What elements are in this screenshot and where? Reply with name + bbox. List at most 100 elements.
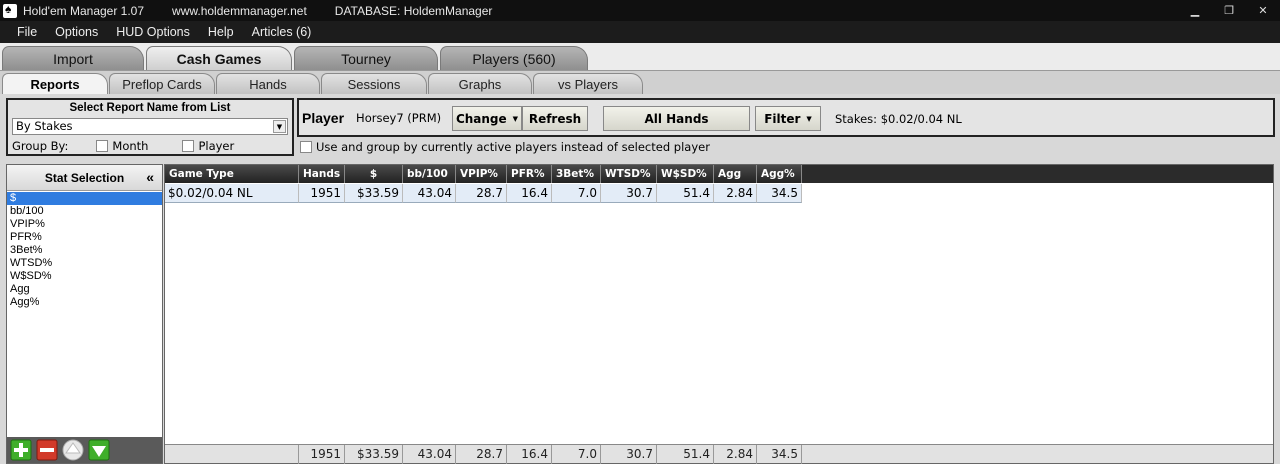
- table-cell: 34.5: [757, 184, 802, 203]
- stat-item[interactable]: 3Bet%: [7, 244, 162, 257]
- group-by-label: Group By:: [12, 139, 69, 153]
- collapse-icon[interactable]: «: [146, 169, 154, 185]
- table-cell: $0.02/0.04 NL: [165, 184, 299, 203]
- tab-tourney[interactable]: Tourney: [294, 46, 438, 70]
- totals-cell: [165, 445, 299, 464]
- change-player-button[interactable]: Change ▼: [452, 106, 522, 131]
- stat-item[interactable]: Agg: [7, 283, 162, 296]
- tab-cash-games[interactable]: Cash Games: [146, 46, 292, 70]
- table-cell: 7.0: [552, 184, 601, 203]
- stats-grid: Game Type Description Hands $ bb/100 VPI…: [164, 164, 1274, 464]
- menu-help[interactable]: Help: [199, 25, 243, 39]
- tab-sessions[interactable]: Sessions: [321, 73, 427, 94]
- player-checkbox-label: Player: [198, 139, 235, 153]
- remove-stat-button[interactable]: [35, 439, 59, 461]
- tab-graphs[interactable]: Graphs: [428, 73, 532, 94]
- stakes-label: Stakes: $0.02/0.04 NL: [835, 112, 962, 126]
- title-bar: Hold'em Manager 1.07 www.holdemmanager.n…: [0, 0, 1280, 21]
- menu-articles[interactable]: Articles (6): [243, 25, 321, 39]
- arrow-down-icon: [88, 439, 110, 461]
- column-header[interactable]: PFR%: [507, 165, 552, 183]
- move-up-button[interactable]: [61, 439, 85, 461]
- stat-toolbar: [7, 437, 162, 463]
- stat-selection-header: Stat Selection «: [7, 165, 162, 191]
- grid-header-row: Game Type Description Hands $ bb/100 VPI…: [165, 165, 1273, 198]
- active-players-row: Use and group by currently active player…: [300, 140, 710, 154]
- column-header[interactable]: Agg: [714, 165, 757, 183]
- filter-button[interactable]: Filter ▼: [755, 106, 821, 131]
- table-cell: 30.7: [601, 184, 657, 203]
- table-cell: 51.4: [657, 184, 714, 203]
- totals-cell: 1951: [299, 445, 345, 464]
- tab-preflop-cards[interactable]: Preflop Cards: [109, 73, 215, 94]
- column-header[interactable]: W$SD%: [657, 165, 714, 183]
- report-name-value: By Stakes: [16, 119, 73, 133]
- group-by-row: Group By: Month Player: [12, 139, 288, 153]
- totals-cell: 51.4: [657, 445, 714, 464]
- totals-cell: 2.84: [714, 445, 757, 464]
- table-cell: 2.84: [714, 184, 757, 203]
- tab-players[interactable]: Players (560): [440, 46, 588, 70]
- report-name-dropdown[interactable]: By Stakes ▼: [12, 118, 288, 135]
- menu-options[interactable]: Options: [46, 25, 107, 39]
- stat-item[interactable]: PFR%: [7, 231, 162, 244]
- stat-item[interactable]: VPIP%: [7, 218, 162, 231]
- stat-item[interactable]: bb/100: [7, 205, 162, 218]
- app-title: Hold'em Manager 1.07: [23, 3, 145, 18]
- column-header[interactable]: $: [345, 165, 403, 183]
- refresh-button[interactable]: Refresh: [522, 106, 588, 131]
- menu-hud-options[interactable]: HUD Options: [107, 25, 199, 39]
- stat-item[interactable]: WTSD%: [7, 257, 162, 270]
- column-header[interactable]: Game Type Description: [165, 165, 299, 198]
- table-cell: 16.4: [507, 184, 552, 203]
- stat-item[interactable]: Agg%: [7, 296, 162, 309]
- tab-reports[interactable]: Reports: [2, 73, 108, 94]
- table-row[interactable]: $0.02/0.04 NL 1951 $33.59 43.04 28.7 16.…: [165, 184, 1273, 203]
- filter-button-label: Filter: [764, 111, 801, 126]
- totals-cell: 34.5: [757, 445, 802, 464]
- menu-file[interactable]: File: [8, 25, 46, 39]
- dropdown-arrow-icon[interactable]: ▼: [273, 120, 286, 133]
- column-header[interactable]: bb/100: [403, 165, 456, 183]
- stat-item[interactable]: $: [7, 192, 162, 205]
- stat-item[interactable]: W$SD%: [7, 270, 162, 283]
- add-stat-button[interactable]: [9, 439, 33, 461]
- all-hands-button[interactable]: All Hands: [603, 106, 750, 131]
- menu-bar: File Options HUD Options Help Articles (…: [0, 21, 1280, 43]
- totals-row: 1951 $33.59 43.04 28.7 16.4 7.0 30.7 51.…: [165, 444, 1273, 464]
- table-cell: 28.7: [456, 184, 507, 203]
- player-panel: Player Horsey7 (PRM) Change ▼ Refresh All…: [297, 98, 1275, 137]
- column-header[interactable]: Agg%: [757, 165, 802, 183]
- database-label: DATABASE: HoldemManager: [334, 3, 493, 18]
- table-cell: 1951: [299, 184, 345, 203]
- active-players-checkbox[interactable]: [300, 141, 312, 153]
- player-checkbox[interactable]: [182, 140, 195, 152]
- column-header[interactable]: WTSD%: [601, 165, 657, 183]
- month-checkbox[interactable]: [96, 140, 109, 152]
- change-button-label: Change: [455, 111, 507, 126]
- stat-selection-panel: Stat Selection « $ bb/100 VPIP% PFR% 3Be…: [6, 164, 163, 464]
- minimize-button[interactable]: ▁: [1178, 0, 1212, 21]
- tab-vs-players[interactable]: vs Players: [533, 73, 643, 94]
- stat-selection-title: Stat Selection: [44, 170, 125, 185]
- website-label: www.holdemmanager.net: [172, 3, 307, 18]
- tab-import[interactable]: Import: [2, 46, 144, 70]
- tab-hands[interactable]: Hands: [216, 73, 320, 94]
- move-down-button[interactable]: [87, 439, 111, 461]
- report-selector-panel: Select Report Name from List By Stakes ▼…: [6, 98, 294, 156]
- column-header[interactable]: Hands: [299, 165, 345, 183]
- column-header[interactable]: 3Bet%: [552, 165, 601, 183]
- table-cell: $33.59: [345, 184, 403, 203]
- close-button[interactable]: ✕: [1246, 0, 1280, 21]
- totals-cell: $33.59: [345, 445, 403, 464]
- totals-cell: 43.04: [403, 445, 456, 464]
- column-header[interactable]: VPIP%: [456, 165, 507, 183]
- player-label: Player: [302, 109, 345, 126]
- arrow-up-icon: [62, 439, 84, 461]
- chevron-down-icon: ▼: [806, 114, 812, 123]
- minus-icon: [36, 439, 58, 461]
- main-tab-strip: Import Cash Games Tourney Players (560): [0, 43, 1280, 70]
- totals-cell: 30.7: [601, 445, 657, 464]
- restore-button[interactable]: ❐: [1212, 0, 1246, 21]
- plus-icon: [10, 439, 32, 461]
